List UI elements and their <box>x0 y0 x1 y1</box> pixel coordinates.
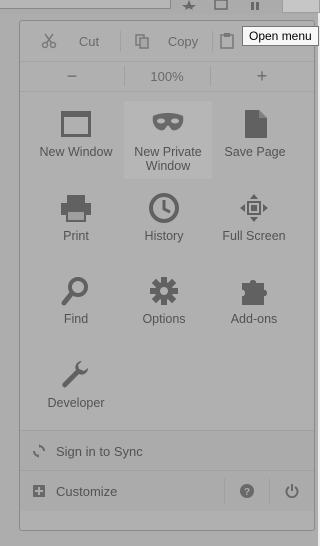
plus-box-icon <box>33 485 45 497</box>
menu-item-label: Add-ons <box>230 312 278 326</box>
developer-button[interactable]: Developer <box>32 352 120 426</box>
puzzle-icon <box>242 280 267 305</box>
customize-button[interactable]: Customize <box>20 471 224 511</box>
menu-item-label: New Window <box>39 145 113 159</box>
copy-icon <box>135 34 149 49</box>
printer-icon <box>61 195 91 222</box>
menu-item-label: History <box>144 229 184 243</box>
full-screen-button[interactable]: Full Screen <box>210 185 298 259</box>
menu-item-label: Save Page <box>224 145 286 159</box>
star-icon[interactable] <box>182 0 196 10</box>
open-menu-button[interactable] <box>282 0 320 13</box>
scissors-icon <box>41 33 57 49</box>
help-icon: ? <box>240 484 254 498</box>
print-button[interactable]: Print <box>32 185 120 259</box>
plus-icon: + <box>256 65 268 86</box>
sync-label: Sign in to Sync <box>56 443 143 459</box>
mask-icon <box>152 113 184 131</box>
fullscreen-icon <box>240 194 268 222</box>
new-window-button[interactable]: New Window <box>32 101 120 175</box>
paste-button[interactable] <box>212 21 242 61</box>
zoom-level: 100% <box>150 68 184 84</box>
history-button[interactable]: History <box>120 185 208 259</box>
customize-label: Customize <box>56 483 118 499</box>
quit-button[interactable] <box>270 471 314 511</box>
separator <box>269 478 270 504</box>
tooltip: Open menu <box>242 26 319 46</box>
menu-item-label: Find <box>63 312 89 326</box>
minus-icon: − <box>66 65 78 86</box>
gear-icon <box>150 277 178 305</box>
menu-panel: Cut Copy − 100% + New Window New Private… <box>19 20 315 531</box>
help-button[interactable]: ? <box>225 471 269 511</box>
home-icon[interactable] <box>248 0 262 10</box>
page-icon <box>245 110 267 138</box>
svg-text:?: ? <box>244 487 250 498</box>
menu-item-label: Options <box>142 312 186 326</box>
sync-icon <box>33 444 45 458</box>
zoom-controls: − 100% + <box>20 61 314 92</box>
cut-label: Cut <box>78 33 100 49</box>
copy-label: Copy <box>167 33 199 49</box>
zoom-out-button[interactable]: − <box>20 61 124 91</box>
sign-in-sync-button[interactable]: Sign in to Sync <box>20 430 314 471</box>
library-icon[interactable] <box>214 0 228 10</box>
wrench-icon <box>62 361 88 388</box>
power-icon <box>285 484 299 498</box>
new-private-window-button[interactable]: New Private Window <box>124 101 212 179</box>
window-icon <box>61 111 91 137</box>
save-page-button[interactable]: Save Page <box>211 101 299 175</box>
separator <box>224 478 225 504</box>
footer-bar: Customize ? <box>20 470 314 511</box>
browser-toolbar <box>0 0 318 14</box>
magnifier-icon <box>61 277 88 306</box>
clock-icon <box>149 193 179 223</box>
find-button[interactable]: Find <box>32 268 120 342</box>
copy-button[interactable]: Copy <box>120 21 212 61</box>
menu-item-label: Print <box>63 229 89 243</box>
menu-item-label: Developer <box>47 396 105 410</box>
url-bar-edge[interactable] <box>0 0 171 9</box>
add-ons-button[interactable]: Add-ons <box>210 268 298 342</box>
menu-item-label: Full Screen <box>222 229 286 243</box>
cut-button[interactable]: Cut <box>20 21 120 61</box>
menu-item-label: New Private Window <box>134 145 202 173</box>
options-button[interactable]: Options <box>120 268 208 342</box>
zoom-reset-button[interactable]: 100% <box>124 61 210 91</box>
zoom-in-button[interactable]: + <box>210 61 314 91</box>
clipboard-icon <box>220 33 234 49</box>
